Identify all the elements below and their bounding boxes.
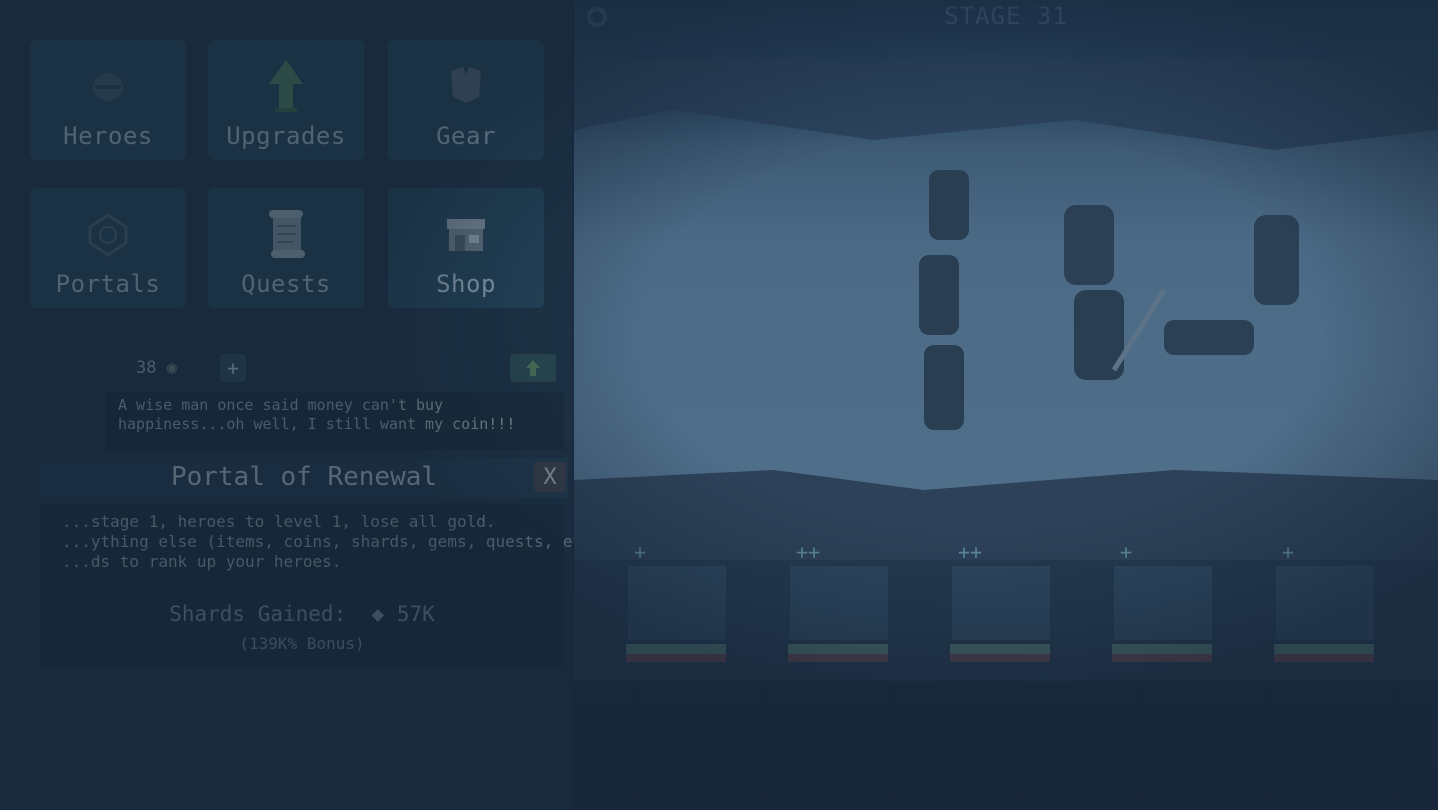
gear-label: Gear (436, 122, 496, 150)
level-up-plus[interactable]: + (634, 540, 646, 564)
armor-icon (436, 56, 496, 116)
portal-title: Portal of Renewal (170, 462, 438, 492)
shop-label: Shop (436, 270, 496, 298)
level-up-plus[interactable]: ++ (958, 540, 982, 564)
gear-button[interactable]: Gear (388, 40, 544, 160)
currency-bar: 38 ◉ + (40, 352, 560, 386)
level-up-plus[interactable]: + (1282, 540, 1294, 564)
hero-health-bar (950, 644, 1050, 654)
hero-portrait (1276, 566, 1374, 640)
heroes-button[interactable]: Heroes (30, 40, 186, 160)
shards-label: Shards Gained: (169, 602, 347, 626)
tip-quote: A wise man once said money can't buy hap… (106, 392, 564, 450)
upgrades-label: Upgrades (226, 122, 346, 150)
coin-count: 38 ◉ (136, 358, 177, 378)
helmet-icon (78, 56, 138, 116)
hero-mana-bar (1112, 654, 1212, 662)
shards-bonus: (139K% Bonus) (239, 634, 365, 653)
portal-desc-line: ...ything else (items, coins, shards, ge… (62, 532, 612, 551)
hero-portrait (1114, 566, 1212, 640)
buy-coins-button[interactable]: + (220, 354, 246, 382)
portal-desc-line: ...ds to rank up your heroes. (62, 552, 342, 571)
level-up-plus[interactable]: + (1120, 540, 1132, 564)
hero-mana-bar (1274, 654, 1374, 662)
shard-icon: ◆ (371, 602, 385, 626)
hero-portrait (790, 566, 888, 640)
portals-label: Portals (55, 270, 161, 298)
up-arrow-icon (526, 360, 540, 376)
close-button[interactable]: X (534, 462, 566, 492)
hero-health-bar (788, 644, 888, 654)
heroes-label: Heroes (63, 122, 153, 150)
portal-header: Portal of Renewal X (40, 458, 568, 498)
shards-value: 57K (396, 602, 435, 626)
hero-portrait (952, 566, 1050, 640)
hero-slot[interactable]: + (618, 540, 728, 670)
game-view[interactable]: STAGE 31 + ++ ++ + + (574, 0, 1438, 810)
upgrades-button[interactable]: Upgrades (208, 40, 364, 160)
level-up-plus[interactable]: ++ (796, 540, 820, 564)
battlefield-scene (574, 60, 1438, 680)
up-arrow-icon (256, 56, 316, 116)
hero-slot[interactable]: + (1104, 540, 1214, 670)
hero-slot[interactable]: ++ (780, 540, 890, 670)
upgrade-arrow-button[interactable] (510, 354, 556, 382)
hero-health-bar (1112, 644, 1212, 654)
hero-mana-bar (788, 654, 888, 662)
settings-gear-icon[interactable] (584, 4, 610, 30)
hero-mana-bar (626, 654, 726, 662)
portal-icon (78, 204, 138, 264)
shop-button[interactable]: Shop (388, 188, 544, 308)
portals-button[interactable]: Portals (30, 188, 186, 308)
cliff-wall (574, 60, 1438, 150)
shop-icon (436, 204, 496, 264)
portal-description: ...stage 1, heroes to level 1, lose all … (40, 504, 611, 666)
hero-portrait (628, 566, 726, 640)
portal-desc-line: ...stage 1, heroes to level 1, lose all … (62, 512, 496, 531)
hero-health-bar (1274, 644, 1374, 654)
shards-gained: Shards Gained: ◆ 57K (40, 602, 564, 626)
hero-slot[interactable]: ++ (942, 540, 1052, 670)
quests-button[interactable]: Quests (208, 188, 364, 308)
hero-health-bar (626, 644, 726, 654)
left-panel: Heroes Upgrades Gear Portals Quests Shop… (0, 0, 611, 810)
coin-icon: ◉ (166, 358, 177, 378)
quests-label: Quests (241, 270, 331, 298)
hero-slot[interactable]: + (1266, 540, 1376, 670)
scroll-icon (256, 204, 316, 264)
main-menu: Heroes Upgrades Gear Portals Quests Shop (0, 0, 572, 330)
stage-label: STAGE 31 (944, 2, 1068, 30)
hero-mana-bar (950, 654, 1050, 662)
